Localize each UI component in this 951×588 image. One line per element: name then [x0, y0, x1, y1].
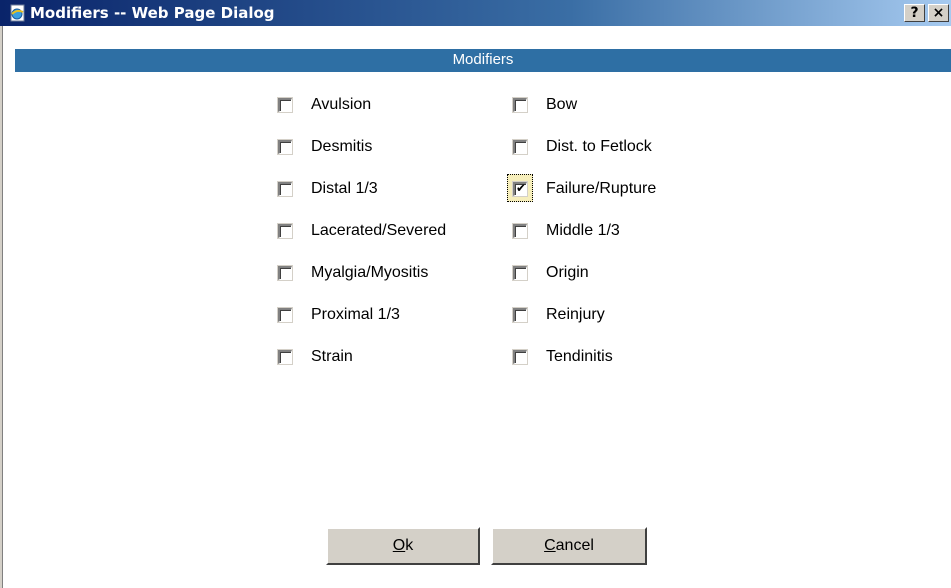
checkbox-label[interactable]: Myalgia/Myositis — [311, 262, 428, 284]
cancel-label-rest: ancel — [555, 537, 594, 554]
modifiers-header: Modifiers — [15, 48, 951, 72]
checkbox-bow[interactable] — [513, 98, 527, 112]
checkbox-reinjury[interactable] — [513, 308, 527, 322]
checkbox-label[interactable]: Origin — [546, 262, 589, 284]
window-edge — [0, 26, 3, 588]
checkbox-desmitis[interactable] — [278, 140, 292, 154]
cancel-button[interactable]: Cancel — [491, 527, 647, 565]
close-button[interactable]: × — [928, 4, 949, 22]
checkbox-label[interactable]: Reinjury — [546, 304, 605, 326]
checkbox-label[interactable]: Desmitis — [311, 136, 372, 158]
checkbox-avulsion[interactable] — [278, 98, 292, 112]
checkbox-label[interactable]: Avulsion — [311, 94, 371, 116]
ok-button[interactable]: Ok — [326, 527, 480, 565]
title-bar[interactable]: Modifiers -- Web Page Dialog ? × — [0, 0, 951, 26]
checkbox-tendinitis[interactable] — [513, 350, 527, 364]
checkbox-label[interactable]: Proximal 1/3 — [311, 304, 400, 326]
checkbox-middle-1-3[interactable] — [513, 224, 527, 238]
checkbox-strain[interactable] — [278, 350, 292, 364]
checkbox-label[interactable]: Distal 1/3 — [311, 178, 378, 200]
checkbox-lacerated-severed[interactable] — [278, 224, 292, 238]
checkbox-label[interactable]: Failure/Rupture — [546, 178, 656, 200]
help-button[interactable]: ? — [904, 4, 925, 22]
checkbox-label[interactable]: Bow — [546, 94, 577, 116]
checkbox-proximal-1-3[interactable] — [278, 308, 292, 322]
checkbox-dist-to-fetlock[interactable] — [513, 140, 527, 154]
ok-mnemonic: O — [392, 537, 406, 554]
ok-label-rest: k — [405, 537, 414, 554]
checkbox-label[interactable]: Lacerated/Severed — [311, 220, 446, 242]
checkbox-origin[interactable] — [513, 266, 527, 280]
checkbox-distal-1-3[interactable] — [278, 182, 292, 196]
window-title: Modifiers -- Web Page Dialog — [30, 4, 275, 22]
ie-page-icon — [10, 4, 25, 22]
checkbox-label[interactable]: Middle 1/3 — [546, 220, 620, 242]
checkbox-label[interactable]: Dist. to Fetlock — [546, 136, 652, 158]
checkbox-myalgia-myositis[interactable] — [278, 266, 292, 280]
cancel-mnemonic: C — [544, 537, 556, 554]
checkbox-label[interactable]: Strain — [311, 346, 353, 368]
checkbox-failure-rupture[interactable] — [513, 181, 527, 196]
checkbox-label[interactable]: Tendinitis — [546, 346, 613, 368]
